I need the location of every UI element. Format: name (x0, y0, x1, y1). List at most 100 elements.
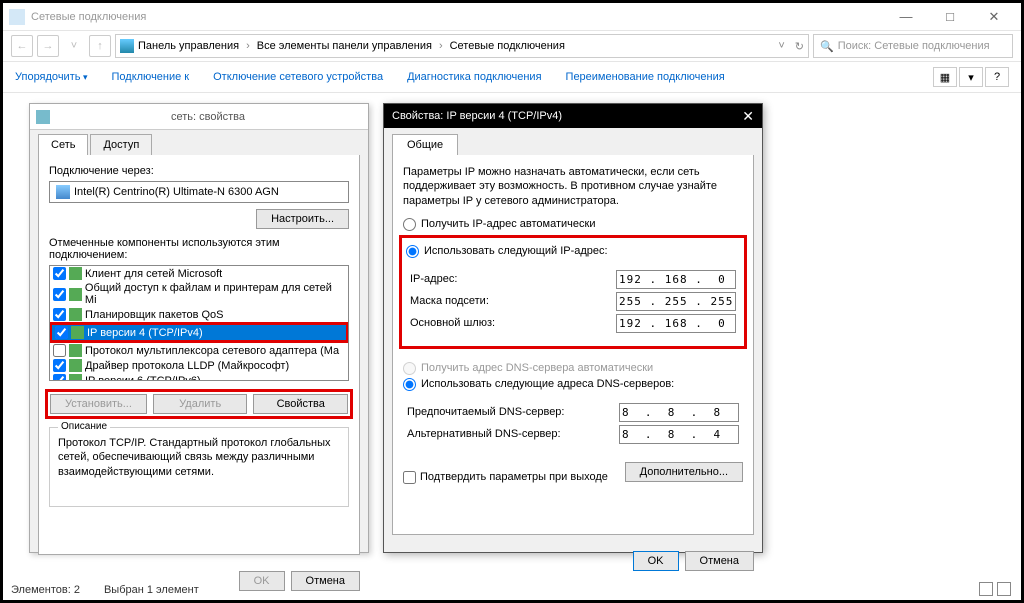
description-text: Протокол TCP/IP. Стандартный протокол гл… (58, 436, 340, 479)
properties-button[interactable]: Свойства (253, 394, 348, 414)
workspace: сеть: свойства Сеть Доступ Подключение ч… (3, 93, 1021, 573)
command-bar: Упорядочить Подключение к Отключение сет… (3, 61, 1021, 93)
component-checkbox[interactable] (53, 288, 66, 301)
ip-address-input[interactable] (616, 270, 736, 289)
control-panel-icon (120, 39, 134, 53)
search-placeholder: Поиск: Сетевые подключения (838, 40, 990, 52)
view-dropdown[interactable]: ▾ (959, 67, 983, 87)
radio-auto-dns: Получить адрес DNS-сервера автоматически (403, 362, 743, 375)
network-properties-dialog: сеть: свойства Сеть Доступ Подключение ч… (29, 103, 369, 553)
ok-button[interactable]: OK (633, 551, 679, 571)
large-icons-view-icon[interactable] (997, 582, 1011, 596)
disable-cmd[interactable]: Отключение сетевого устройства (213, 71, 383, 83)
component-icon (69, 308, 82, 321)
item-count: Элементов: 2 (11, 584, 80, 596)
gateway-label: Основной шлюз: (410, 317, 616, 329)
breadcrumb-item[interactable]: Сетевые подключения (450, 40, 565, 52)
component-checkbox[interactable] (53, 359, 66, 372)
validate-checkbox-row[interactable]: Подтвердить параметры при выходе (403, 471, 608, 484)
advanced-button[interactable]: Дополнительно... (625, 462, 743, 482)
dialog-title: сеть: свойства (54, 111, 362, 123)
close-icon[interactable]: ✕ (742, 108, 754, 125)
tab-access[interactable]: Доступ (90, 134, 152, 155)
dialog-titlebar[interactable]: Свойства: IP версии 4 (TCP/IPv4) ✕ (384, 104, 762, 128)
component-checkbox[interactable] (53, 308, 66, 321)
dialog-title: Свойства: IP версии 4 (TCP/IPv4) (392, 110, 562, 122)
history-dropdown[interactable]: ˅ (63, 35, 85, 57)
dns2-label: Альтернативный DNS-сервер: (407, 428, 619, 440)
info-text: Параметры IP можно назначать автоматичес… (403, 165, 743, 208)
connect-via-label: Подключение через: (49, 165, 349, 177)
cancel-button[interactable]: Отмена (685, 551, 754, 571)
component-icon (69, 374, 82, 381)
component-checkbox[interactable] (55, 326, 68, 339)
subnet-mask-input[interactable] (616, 292, 736, 311)
description-group: Описание Протокол TCP/IP. Стандартный пр… (49, 427, 349, 507)
highlight-ip-section: Использовать следующий IP-адрес: IP-адре… (399, 235, 747, 349)
install-button[interactable]: Установить... (50, 394, 147, 414)
ok-button[interactable]: OK (239, 571, 285, 591)
help-button[interactable]: ? (985, 67, 1009, 87)
component-item[interactable]: Драйвер протокола LLDP (Майкрософт) (50, 358, 348, 373)
diagnose-cmd[interactable]: Диагностика подключения (407, 71, 541, 83)
component-checkbox[interactable] (53, 374, 66, 381)
description-legend: Описание (58, 421, 110, 432)
validate-checkbox[interactable] (403, 471, 416, 484)
component-item[interactable]: Планировщик пакетов QoS (50, 307, 348, 322)
organize-menu[interactable]: Упорядочить (15, 71, 88, 83)
forward-button[interactable]: → (37, 35, 59, 57)
window-title: Сетевые подключения (31, 11, 893, 23)
configure-button[interactable]: Настроить... (256, 209, 349, 229)
up-button[interactable]: ↑ (89, 35, 111, 57)
address-bar: ← → ˅ ↑ Панель управления› Все элементы … (3, 31, 1021, 61)
component-checkbox[interactable] (53, 267, 66, 280)
view-mode-icons (979, 582, 1011, 596)
component-item[interactable]: IP версии 6 (TCP/IPv6) (50, 373, 348, 381)
titlebar: Сетевые подключения — □ ✕ (3, 3, 1021, 31)
component-item-ipv4[interactable]: IP версии 4 (TCP/IPv4) (52, 325, 346, 340)
cancel-button[interactable]: Отмена (291, 571, 360, 591)
component-item[interactable]: Протокол мультиплексора сетевого адаптер… (50, 343, 348, 358)
breadcrumb[interactable]: Панель управления› Все элементы панели у… (115, 34, 809, 58)
breadcrumb-item[interactable]: Панель управления (138, 40, 239, 52)
radio-auto-ip[interactable]: Получить IP-адрес автоматически (403, 218, 743, 231)
dialog-titlebar[interactable]: сеть: свойства (30, 104, 368, 130)
network-icon (36, 110, 50, 124)
component-checkbox[interactable] (53, 344, 66, 357)
subnet-mask-label: Маска подсети: (410, 295, 616, 307)
back-button[interactable]: ← (11, 35, 33, 57)
details-view-icon[interactable] (979, 582, 993, 596)
tab-general[interactable]: Общие (392, 134, 458, 155)
minimize-button[interactable]: — (893, 9, 919, 25)
ip-address-label: IP-адрес: (410, 273, 616, 285)
dns2-input[interactable] (619, 425, 739, 444)
breadcrumb-item[interactable]: Все элементы панели управления (257, 40, 432, 52)
radio-manual-ip[interactable]: Использовать следующий IP-адрес: (406, 245, 740, 258)
radio-manual-dns[interactable]: Использовать следующие адреса DNS-сервер… (403, 378, 743, 391)
dns1-input[interactable] (619, 403, 739, 422)
tab-network[interactable]: Сеть (38, 134, 88, 155)
status-bar: Элементов: 2 Выбран 1 элемент (11, 584, 199, 596)
component-icon (71, 326, 84, 339)
uninstall-button[interactable]: Удалить (153, 394, 248, 414)
components-list[interactable]: Клиент для сетей Microsoft Общий доступ … (49, 265, 349, 381)
rename-cmd[interactable]: Переименование подключения (566, 71, 725, 83)
component-icon (69, 359, 82, 372)
components-label: Отмеченные компоненты используются этим … (49, 237, 349, 261)
maximize-button[interactable]: □ (937, 9, 963, 25)
component-icon (69, 267, 82, 280)
selected-count: Выбран 1 элемент (104, 584, 199, 596)
close-button[interactable]: ✕ (981, 9, 1007, 25)
component-item[interactable]: Клиент для сетей Microsoft (50, 266, 348, 281)
connect-cmd[interactable]: Подключение к (112, 71, 190, 83)
component-icon (69, 288, 82, 301)
gateway-input[interactable] (616, 314, 736, 333)
search-input[interactable]: 🔍 Поиск: Сетевые подключения (813, 34, 1013, 58)
adapter-field: Intel(R) Centrino(R) Ultimate-N 6300 AGN (49, 181, 349, 203)
app-icon (9, 9, 25, 25)
adapter-icon (56, 185, 70, 199)
view-button[interactable]: ▦ (933, 67, 957, 87)
ipv4-properties-dialog: Свойства: IP версии 4 (TCP/IPv4) ✕ Общие… (383, 103, 763, 553)
component-item[interactable]: Общий доступ к файлам и принтерам для се… (50, 281, 348, 307)
component-icon (69, 344, 82, 357)
